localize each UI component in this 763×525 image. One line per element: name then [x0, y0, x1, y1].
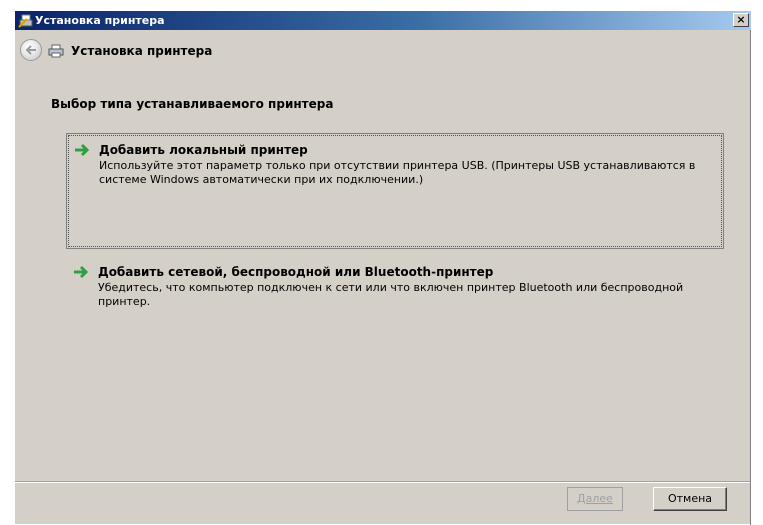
option-title: Добавить сетевой, беспроводной или Bluet…	[98, 265, 494, 279]
navigation-bar: Установка принтера	[15, 30, 751, 69]
window-border	[750, 30, 751, 525]
option-title: Добавить локальный принтер	[99, 143, 308, 157]
cancel-button[interactable]: Отмена	[653, 487, 727, 511]
close-button[interactable]: ×	[733, 13, 749, 27]
window-title: Установка принтера	[35, 14, 165, 27]
green-arrow-icon	[74, 265, 89, 279]
option-network-printer[interactable]: Добавить сетевой, беспроводной или Bluet…	[66, 257, 724, 317]
option-description: Убедитесь, что компьютер подключен к сет…	[98, 281, 684, 308]
back-button[interactable]	[20, 39, 42, 61]
footer-divider	[15, 481, 751, 483]
page-heading: Выбор типа устанавливаемого принтера	[51, 97, 334, 111]
printer-setup-window: Установка принтера × Установка принтера …	[14, 10, 751, 525]
option-description: Используйте этот параметр только при отс…	[99, 159, 696, 186]
green-arrow-icon	[75, 143, 90, 157]
option-local-printer[interactable]: Добавить локальный принтер Используйте э…	[66, 133, 724, 249]
next-button[interactable]: Далее	[567, 487, 623, 511]
title-bar[interactable]: Установка принтера ×	[15, 11, 751, 30]
back-arrow-icon	[25, 45, 36, 55]
wizard-title: Установка принтера	[71, 44, 213, 58]
close-icon: ×	[736, 13, 746, 26]
printer-wizard-icon	[18, 14, 33, 28]
printer-icon	[48, 44, 64, 58]
